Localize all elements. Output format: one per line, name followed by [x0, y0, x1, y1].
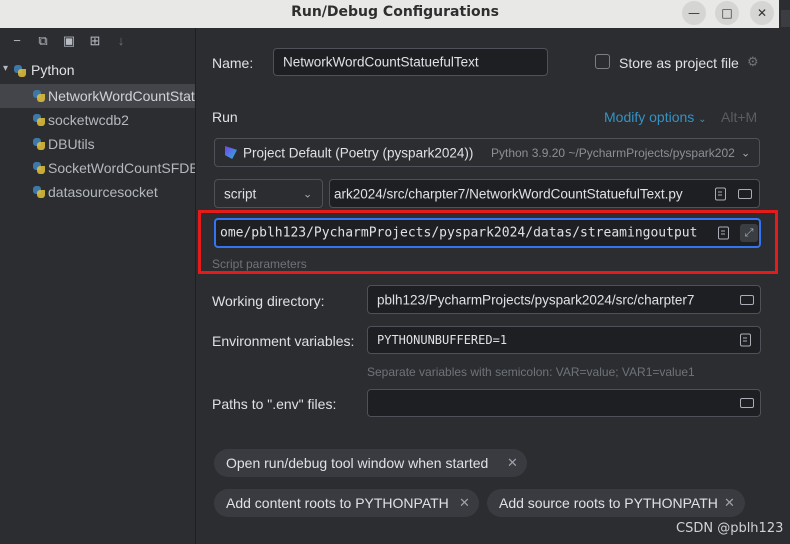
- tree-item-label: DBUtils: [48, 136, 95, 152]
- watermark: CSDN @pblh123: [676, 521, 784, 536]
- script-path-value: ark2024/src/charpter7/NetworkWordCountSt…: [334, 186, 683, 201]
- tree-toolbar: − ⧉ ▣ ⊞ ↓: [0, 28, 195, 56]
- interpreter-name: Project Default (Poetry (pyspark2024)): [243, 145, 474, 160]
- configuration-editor: Name: NetworkWordCountStatuefulText Stor…: [196, 28, 779, 544]
- tree-group-label: Python: [31, 62, 75, 78]
- environment-variables-hint: Separate variables with semicolon: VAR=v…: [367, 365, 695, 379]
- window-edge: [779, 0, 790, 544]
- option-chip-label: Open run/debug tool window when started: [226, 455, 489, 471]
- script-path-field[interactable]: ark2024/src/charpter7/NetworkWordCountSt…: [329, 179, 760, 208]
- tree-item-config[interactable]: SocketWordCountSFDB: [0, 156, 195, 180]
- expand-text-icon[interactable]: [740, 333, 751, 347]
- interpreter-select[interactable]: Project Default (Poetry (pyspark2024)) P…: [214, 138, 760, 167]
- tree-item-config[interactable]: NetworkWordCountStatuefulText: [0, 84, 195, 108]
- python-icon: [33, 90, 45, 102]
- folder-icon[interactable]: [738, 188, 752, 199]
- interpreter-detail: Python 3.9.20 ~/PycharmProjects/pyspark2…: [491, 145, 735, 160]
- close-icon[interactable]: ✕: [507, 455, 518, 471]
- close-icon[interactable]: ✕: [459, 495, 470, 511]
- chevron-down-icon: ⌄: [303, 188, 313, 200]
- script-type-value: script: [224, 186, 257, 201]
- option-chip[interactable]: Add source roots to PYTHONPATH ✕: [487, 489, 745, 517]
- python-icon: [33, 114, 45, 126]
- dotenv-paths-field[interactable]: [367, 389, 761, 417]
- minimize-button[interactable]: —: [682, 1, 706, 25]
- sort-icon[interactable]: ↓: [114, 34, 128, 48]
- modify-options-link[interactable]: Modify options ⌄: [604, 109, 707, 125]
- chevron-down-icon[interactable]: ▾: [3, 63, 8, 74]
- script-type-select[interactable]: script ⌄: [214, 179, 323, 208]
- tree-group-python[interactable]: ▾ Python: [0, 61, 195, 81]
- close-button[interactable]: ✕: [750, 1, 774, 25]
- option-chip[interactable]: Open run/debug tool window when started …: [214, 449, 527, 477]
- save-icon[interactable]: ▣: [62, 34, 76, 48]
- tree-item-config[interactable]: socketwcdb2: [0, 108, 195, 132]
- remove-icon[interactable]: −: [10, 34, 24, 48]
- folder-plus-icon[interactable]: ⊞: [88, 34, 102, 48]
- environment-variables-value: PYTHONUNBUFFERED=1: [377, 333, 508, 347]
- dotenv-label: Paths to ".env" files:: [212, 396, 337, 412]
- copy-icon[interactable]: ⧉: [36, 34, 50, 48]
- chevron-down-icon: ⌄: [741, 147, 751, 159]
- tree-item-config[interactable]: datasourcesocket: [0, 180, 195, 204]
- working-directory-value: pblh123/PycharmProjects/pyspark2024/src/…: [377, 292, 695, 307]
- working-directory-label: Working directory:: [212, 293, 325, 309]
- interpreter-icon: [225, 146, 237, 159]
- option-chip-label: Add content roots to PYTHONPATH: [226, 495, 449, 511]
- modify-options-label: Modify options: [604, 109, 695, 125]
- name-label: Name:: [212, 55, 254, 71]
- close-icon[interactable]: ✕: [724, 495, 735, 511]
- run-section-heading: Run: [212, 109, 238, 125]
- folder-icon[interactable]: [740, 398, 754, 408]
- option-chip-label: Add source roots to PYTHONPATH: [499, 495, 718, 511]
- window-edge-slice: [781, 10, 790, 27]
- python-icon: [33, 138, 45, 150]
- tree-item-label: NetworkWordCountStatuefulText: [48, 88, 195, 104]
- folder-icon[interactable]: [740, 294, 754, 305]
- expand-text-icon[interactable]: [715, 187, 726, 200]
- name-field[interactable]: NetworkWordCountStatuefulText: [273, 48, 548, 76]
- python-icon: [33, 186, 45, 198]
- name-value: NetworkWordCountStatuefulText: [283, 54, 479, 70]
- highlight-annotation: [198, 210, 778, 274]
- maximize-button[interactable]: □: [715, 1, 739, 25]
- window-titlebar: Run/Debug Configurations — □ ✕: [0, 0, 790, 28]
- modify-options-shortcut: Alt+M: [721, 109, 758, 125]
- configurations-tree-panel: − ⧉ ▣ ⊞ ↓ ▾ Python NetworkWordCountStatu…: [0, 28, 196, 544]
- working-directory-field[interactable]: pblh123/PycharmProjects/pyspark2024/src/…: [367, 285, 761, 314]
- store-as-project-label: Store as project file: [619, 55, 739, 71]
- environment-variables-field[interactable]: PYTHONUNBUFFERED=1: [367, 326, 761, 354]
- window-title: Run/Debug Configurations: [291, 4, 499, 20]
- tree-item-label: SocketWordCountSFDB: [48, 160, 195, 176]
- gear-icon[interactable]: ⚙: [747, 54, 759, 70]
- tree-item-label: datasourcesocket: [48, 184, 158, 200]
- tree-item-config[interactable]: DBUtils: [0, 132, 195, 156]
- python-icon: [14, 65, 26, 77]
- chevron-down-icon: ⌄: [698, 114, 707, 125]
- option-chip[interactable]: Add content roots to PYTHONPATH ✕: [214, 489, 479, 517]
- python-icon: [33, 162, 45, 174]
- environment-variables-label: Environment variables:: [212, 333, 355, 349]
- tree-item-label: socketwcdb2: [48, 112, 129, 128]
- store-as-project-checkbox[interactable]: [595, 54, 610, 69]
